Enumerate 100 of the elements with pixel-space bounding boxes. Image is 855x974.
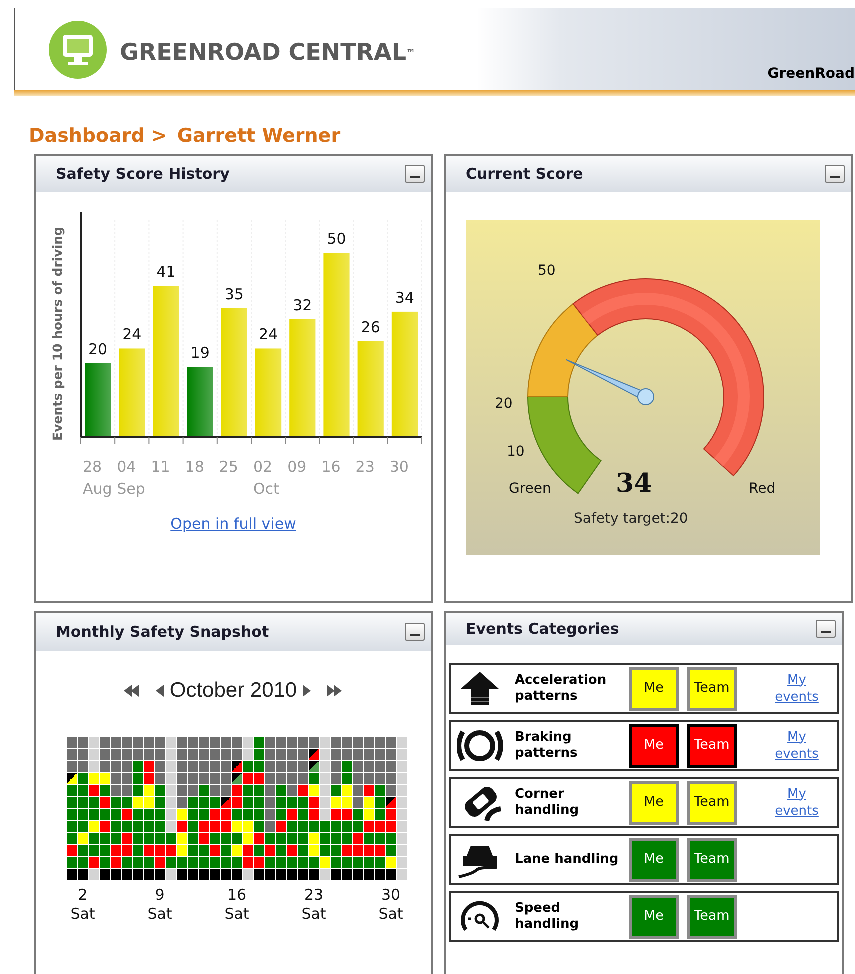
snapshot-cell[interactable]: [265, 857, 275, 868]
snapshot-cell[interactable]: [232, 785, 242, 796]
snapshot-cell[interactable]: [122, 845, 132, 856]
snapshot-cell[interactable]: [122, 809, 132, 820]
my-events-link[interactable]: My events: [765, 786, 829, 820]
snapshot-cell[interactable]: [111, 845, 121, 856]
snapshot-cell[interactable]: [78, 749, 88, 760]
snapshot-cell[interactable]: [166, 749, 176, 760]
snapshot-cell[interactable]: [265, 845, 275, 856]
snapshot-cell[interactable]: [397, 809, 407, 820]
team-score-button[interactable]: Team: [687, 666, 737, 710]
snapshot-cell[interactable]: [100, 785, 110, 796]
snapshot-cell[interactable]: [144, 809, 154, 820]
snapshot-cell[interactable]: [298, 797, 308, 808]
snapshot-cell[interactable]: [386, 809, 396, 820]
snapshot-cell[interactable]: [386, 737, 396, 748]
snapshot-cell[interactable]: [320, 737, 330, 748]
snapshot-cell[interactable]: [276, 761, 286, 772]
snapshot-cell[interactable]: [155, 737, 165, 748]
snapshot-cell[interactable]: [265, 809, 275, 820]
snapshot-cell[interactable]: [331, 809, 341, 820]
snapshot-cell[interactable]: [111, 857, 121, 868]
snapshot-cell[interactable]: [177, 869, 187, 880]
snapshot-cell[interactable]: [276, 869, 286, 880]
snapshot-cell[interactable]: [166, 821, 176, 832]
snapshot-cell[interactable]: [78, 857, 88, 868]
snapshot-cell[interactable]: [100, 821, 110, 832]
snapshot-cell[interactable]: [67, 809, 77, 820]
snapshot-cell[interactable]: [122, 869, 132, 880]
snapshot-cell[interactable]: [320, 773, 330, 784]
snapshot-cell[interactable]: [78, 821, 88, 832]
snapshot-cell[interactable]: [100, 833, 110, 844]
snapshot-cell[interactable]: [100, 869, 110, 880]
snapshot-cell[interactable]: [298, 785, 308, 796]
snapshot-cell[interactable]: [67, 845, 77, 856]
snapshot-cell[interactable]: [155, 845, 165, 856]
snapshot-cell[interactable]: [386, 773, 396, 784]
snapshot-cell[interactable]: [353, 809, 363, 820]
snapshot-cell[interactable]: [177, 809, 187, 820]
snapshot-cell[interactable]: [287, 857, 297, 868]
snapshot-cell[interactable]: [177, 773, 187, 784]
snapshot-cell[interactable]: [177, 761, 187, 772]
snapshot-cell[interactable]: [397, 833, 407, 844]
snapshot-cell[interactable]: [111, 869, 121, 880]
snapshot-cell[interactable]: [155, 773, 165, 784]
snapshot-cell[interactable]: [254, 737, 264, 748]
snapshot-cell[interactable]: [364, 785, 374, 796]
snapshot-cell[interactable]: [232, 797, 242, 808]
snapshot-cell[interactable]: [210, 737, 220, 748]
snapshot-cell[interactable]: [276, 833, 286, 844]
my-score-button[interactable]: Me: [629, 724, 679, 768]
snapshot-cell[interactable]: [364, 797, 374, 808]
snapshot-cell[interactable]: [100, 809, 110, 820]
snapshot-cell[interactable]: [78, 869, 88, 880]
snapshot-cell[interactable]: [353, 737, 363, 748]
snapshot-cell[interactable]: [287, 737, 297, 748]
snapshot-cell[interactable]: [298, 737, 308, 748]
snapshot-cell[interactable]: [221, 857, 231, 868]
snapshot-cell[interactable]: [221, 821, 231, 832]
snapshot-cell[interactable]: [298, 821, 308, 832]
snapshot-cell[interactable]: [78, 845, 88, 856]
snapshot-cell[interactable]: [111, 797, 121, 808]
snapshot-cell[interactable]: [111, 749, 121, 760]
snapshot-cell[interactable]: [298, 845, 308, 856]
snapshot-cell[interactable]: [287, 773, 297, 784]
snapshot-cell[interactable]: [287, 749, 297, 760]
snapshot-cell[interactable]: [265, 833, 275, 844]
snapshot-cell[interactable]: [276, 737, 286, 748]
snapshot-cell[interactable]: [287, 761, 297, 772]
team-score-button[interactable]: Team: [687, 838, 737, 882]
snapshot-cell[interactable]: [232, 833, 242, 844]
snapshot-cell[interactable]: [111, 785, 121, 796]
snapshot-cell[interactable]: [78, 761, 88, 772]
snapshot-cell[interactable]: [67, 773, 77, 784]
snapshot-cell[interactable]: [397, 821, 407, 832]
snapshot-cell[interactable]: [67, 737, 77, 748]
snapshot-cell[interactable]: [243, 785, 253, 796]
snapshot-cell[interactable]: [375, 833, 385, 844]
snapshot-cell[interactable]: [342, 773, 352, 784]
snapshot-cell[interactable]: [254, 857, 264, 868]
snapshot-cell[interactable]: [166, 809, 176, 820]
snapshot-cell[interactable]: [309, 749, 319, 760]
snapshot-cell[interactable]: [67, 785, 77, 796]
snapshot-cell[interactable]: [298, 833, 308, 844]
snapshot-cell[interactable]: [254, 773, 264, 784]
snapshot-cell[interactable]: [331, 761, 341, 772]
snapshot-cell[interactable]: [100, 761, 110, 772]
snapshot-cell[interactable]: [309, 845, 319, 856]
snapshot-cell[interactable]: [67, 749, 77, 760]
snapshot-cell[interactable]: [210, 785, 220, 796]
snapshot-cell[interactable]: [122, 773, 132, 784]
snapshot-cell[interactable]: [386, 821, 396, 832]
snapshot-cell[interactable]: [265, 821, 275, 832]
snapshot-cell[interactable]: [386, 833, 396, 844]
snapshot-cell[interactable]: [100, 797, 110, 808]
snapshot-cell[interactable]: [342, 869, 352, 880]
minimize-button[interactable]: [405, 165, 425, 183]
snapshot-cell[interactable]: [254, 869, 264, 880]
snapshot-cell[interactable]: [100, 845, 110, 856]
snapshot-cell[interactable]: [100, 749, 110, 760]
